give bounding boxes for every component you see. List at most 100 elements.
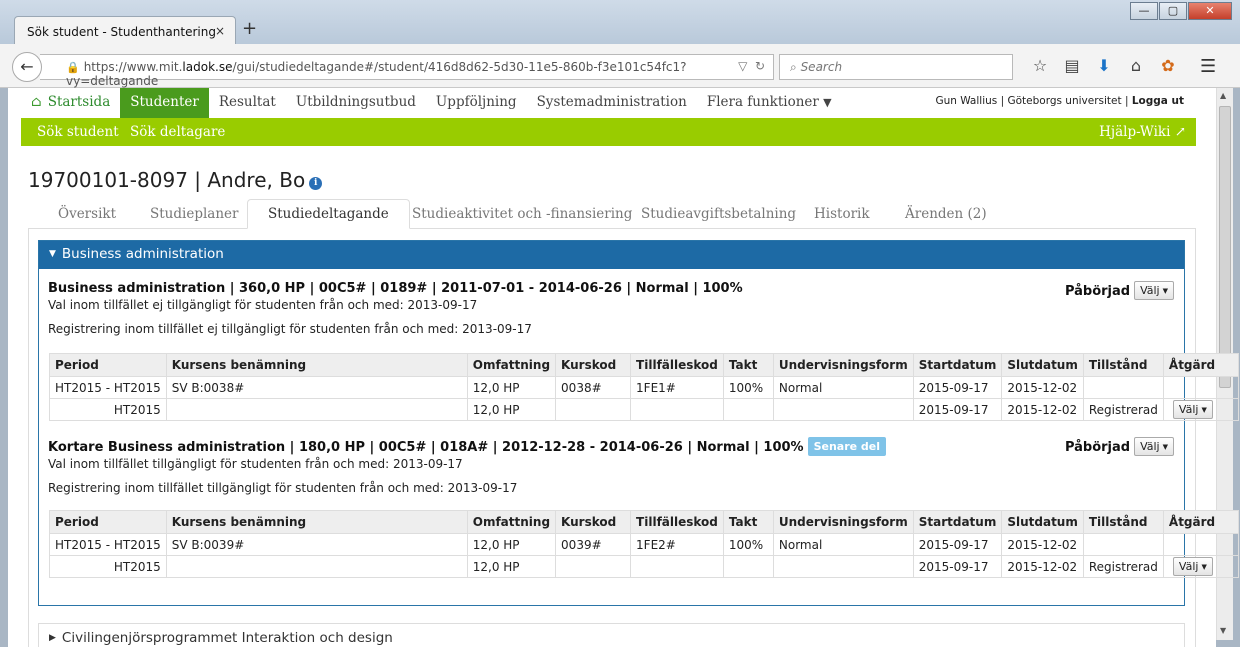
valj-dropdown[interactable]: Välj ▼ [1172, 557, 1213, 576]
menu-icon[interactable]: ☰ [1200, 56, 1216, 77]
table-cell: HT2015 [49, 398, 167, 421]
bookmark-star-icon[interactable]: ☆ [1024, 56, 1056, 75]
table-header-row: Period Kursens benämning Omfattning Kurskod… [49, 510, 1239, 534]
logout-link[interactable]: Logga ut [1132, 95, 1184, 107]
sok-deltagare-link[interactable]: Sök deltagare [130, 124, 225, 140]
column-header: Tillstånd [1082, 353, 1164, 377]
extension-icon[interactable]: ✿ [1152, 56, 1184, 75]
search-input[interactable]: ⌕ Search [779, 54, 1013, 80]
column-header: Startdatum [912, 353, 1003, 377]
browser-tab[interactable]: Sök student - Studenthantering × [14, 16, 236, 46]
url-domain: ladok.se [182, 60, 233, 74]
user-name: Gun Wallius [935, 95, 998, 107]
address-bar[interactable]: 🔒 https://www.mit.ladok.se/gui/studiedelt… [40, 54, 774, 88]
atgard-cell: Välj ▼ [1162, 398, 1239, 421]
caret-down-icon: ▼ [1201, 563, 1207, 571]
table-header-row: Period Kursens benämning Omfattning Kurskod… [49, 353, 1239, 377]
nav-resultat[interactable]: Resultat [209, 88, 286, 118]
column-header: Kurskod [555, 353, 632, 377]
valj-dropdown[interactable]: Välj ▼ [1134, 437, 1174, 456]
tab-arenden[interactable]: Ärenden (2) [905, 206, 987, 222]
home-icon[interactable]: ⌂ [1120, 56, 1152, 75]
column-header: Omfattning [466, 353, 557, 377]
table-row: HT2015 - HT2015 SV B:0039# 12,0 HP 0039# 1FE… [49, 533, 1239, 556]
caret-down-icon: ▼ [1201, 406, 1207, 414]
tab-studieaktivitet[interactable]: Studieaktivitet och -finansiering [412, 206, 632, 222]
table-row: HT2015 - HT2015 SV B:0038# 12,0 HP 0038# 1FE… [49, 376, 1239, 399]
table-cell: 100% [722, 376, 774, 399]
table-cell [1162, 376, 1239, 399]
close-tab-icon[interactable]: × [215, 24, 225, 38]
tab-studieavgiftsbetalning[interactable]: Studieavgiftsbetalning [641, 206, 796, 222]
table-cell: 2015-09-17 [912, 555, 1003, 578]
info-icon[interactable]: i [309, 177, 323, 190]
column-header: Tillfälleskod [630, 353, 724, 377]
table-cell [1082, 533, 1164, 556]
chevron-down-icon: ▼ [823, 96, 832, 109]
table-cell: 12,0 HP [466, 555, 557, 578]
table-cell: SV B:0039# [165, 533, 468, 556]
nav-flera-funktioner[interactable]: Flera funktioner ▼ [697, 88, 842, 118]
scrollbar-thumb[interactable] [1219, 106, 1231, 388]
course-status: Påbörjad Välj ▼ [1065, 281, 1174, 300]
table-cell: HT2015 - HT2015 [49, 376, 167, 399]
tab-historik[interactable]: Historik [814, 206, 870, 222]
course-block-2: Kortare Business administration | 180,0 … [48, 437, 1174, 497]
caret-down-icon: ▼ [1162, 287, 1168, 295]
valj-dropdown[interactable]: Välj ▼ [1134, 281, 1174, 300]
column-header: Takt [722, 353, 774, 377]
column-header: Slutdatum [1001, 510, 1084, 534]
tab-studieplaner[interactable]: Studieplaner [150, 206, 238, 222]
table-cell [772, 398, 914, 421]
course-title: Business administration | 360,0 HP | 00C… [48, 281, 743, 296]
nav-uppfoljning[interactable]: Uppföljning [426, 88, 527, 118]
caret-right-icon: ▶ [49, 633, 56, 643]
course-info-line: Registrering inom tillfället tillgänglig… [48, 481, 518, 495]
table-cell: 2015-12-02 [1001, 376, 1084, 399]
close-window-button[interactable]: ✕ [1188, 2, 1232, 20]
table-cell: 1FE2# [630, 533, 724, 556]
nav-startsida[interactable]: ⌂ Startsida [21, 88, 120, 118]
course-info-line: Registrering inom tillfället ej tillgäng… [48, 322, 532, 336]
column-header: Tillfälleskod [630, 510, 724, 534]
table-cell [555, 555, 632, 578]
window-controls: — ▢ ✕ [1129, 2, 1232, 20]
browser-titlebar: Sök student - Studenthantering × + — ▢ ✕ [0, 0, 1240, 46]
course-status: Påbörjad Välj ▼ [1065, 437, 1174, 456]
external-link-icon: ↗ [1174, 124, 1186, 140]
table-cell: 2015-09-17 [912, 398, 1003, 421]
reload-icon[interactable]: ↻ [755, 59, 765, 73]
tab-studiedeltagande[interactable]: Studiedeltagande [247, 199, 410, 229]
scroll-up-icon[interactable]: ▲ [1220, 91, 1226, 100]
page-title: 19700101-8097 | Andre, Bo i [28, 168, 323, 192]
sok-student-link[interactable]: Sök student [37, 124, 119, 140]
tab-oversikt[interactable]: Översikt [58, 206, 116, 222]
nav-utbildningsutbud[interactable]: Utbildningsutbud [286, 88, 426, 118]
help-wiki-link[interactable]: Hjälp-Wiki ↗ [1099, 124, 1186, 140]
table-cell: 12,0 HP [466, 398, 557, 421]
sub-nav: Sök student Sök deltagare Hjälp-Wiki ↗ [21, 118, 1196, 146]
nav-systemadministration[interactable]: Systemadministration [527, 88, 697, 118]
download-icon[interactable]: ⬇ [1088, 56, 1120, 75]
table-cell [630, 398, 724, 421]
table-cell: 1FE1# [630, 376, 724, 399]
valj-dropdown[interactable]: Välj ▼ [1172, 400, 1213, 419]
dropdown-arrow-icon[interactable]: ▽ [738, 59, 747, 73]
table-row: HT2015 12,0 HP 2015-09-17 2015-12-02 Registr… [49, 555, 1239, 578]
minimize-button[interactable]: — [1130, 2, 1158, 20]
new-tab-button[interactable]: + [242, 20, 257, 38]
scroll-down-icon[interactable]: ▼ [1220, 626, 1226, 635]
panel-header[interactable]: ▼ Business administration [39, 241, 1184, 269]
nav-studenter[interactable]: Studenter [120, 88, 209, 118]
lock-icon: 🔒 [66, 61, 80, 74]
back-button[interactable]: ← [12, 52, 42, 82]
reading-list-icon[interactable]: ▤ [1056, 56, 1088, 75]
table-row: HT2015 12,0 HP 2015-09-17 2015-12-02 Registr… [49, 398, 1239, 421]
table-cell [722, 398, 774, 421]
table-cell: 2015-12-02 [1001, 398, 1084, 421]
table-cell: 0039# [555, 533, 632, 556]
maximize-button[interactable]: ▢ [1159, 2, 1187, 20]
collapsed-panel[interactable]: ▶ Civilingenjörsprogrammet Interaktion oc… [38, 623, 1185, 647]
table-cell: 12,0 HP [466, 533, 557, 556]
column-header: Startdatum [912, 510, 1003, 534]
